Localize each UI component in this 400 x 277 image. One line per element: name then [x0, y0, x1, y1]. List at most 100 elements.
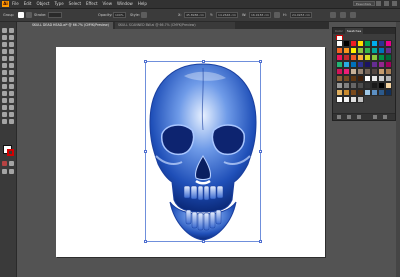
- menu-select[interactable]: Select: [69, 0, 81, 8]
- swatch[interactable]: [343, 54, 350, 61]
- symbol-sprayer-tool-icon[interactable]: [2, 105, 7, 110]
- menu-file[interactable]: File: [12, 0, 19, 8]
- swatch-options-icon[interactable]: [357, 115, 361, 119]
- swatch[interactable]: [371, 40, 378, 47]
- swatch[interactable]: [350, 82, 357, 89]
- swatch[interactable]: [385, 47, 392, 54]
- h-field[interactable]: 24.4953 cm: [290, 12, 312, 18]
- swatch[interactable]: [371, 61, 378, 68]
- swatch[interactable]: [357, 68, 364, 75]
- swatch[interactable]: [357, 40, 364, 47]
- y-field[interactable]: 14.2646 cm: [216, 12, 238, 18]
- eyedropper-tool-icon[interactable]: [2, 98, 7, 103]
- column-graph-tool-icon[interactable]: [9, 105, 14, 110]
- handle-top-right[interactable]: [259, 60, 262, 63]
- draw-mode-icon[interactable]: [2, 169, 7, 174]
- rotate-tool-icon[interactable]: [2, 70, 7, 75]
- swatch[interactable]: [336, 68, 343, 75]
- new-swatch-icon[interactable]: [373, 115, 377, 119]
- swatch[interactable]: [336, 89, 343, 96]
- swatch[interactable]: [371, 75, 378, 82]
- swatch[interactable]: [371, 68, 378, 75]
- workspace-switcher[interactable]: Essentials: [353, 1, 375, 6]
- handle-bottom-left[interactable]: [144, 240, 147, 243]
- swatch[interactable]: [371, 54, 378, 61]
- swatch-kind-icon[interactable]: [347, 115, 351, 119]
- swatch[interactable]: [371, 82, 378, 89]
- swatch[interactable]: [385, 75, 392, 82]
- handle-bottom-middle[interactable]: [202, 240, 205, 243]
- swatch[interactable]: [371, 89, 378, 96]
- close-icon[interactable]: [392, 1, 397, 6]
- swatch[interactable]: [364, 89, 371, 96]
- selection-bounding-box[interactable]: [145, 61, 261, 242]
- lasso-tool-icon[interactable]: [9, 35, 14, 40]
- swatch[interactable]: [336, 47, 343, 54]
- mesh-tool-icon[interactable]: [2, 91, 7, 96]
- screen-mode-icon[interactable]: [9, 169, 14, 174]
- swatch[interactable]: [364, 75, 371, 82]
- swatch[interactable]: [357, 47, 364, 54]
- swatch[interactable]: [336, 54, 343, 61]
- swatch[interactable]: [343, 82, 350, 89]
- swatch[interactable]: [378, 82, 385, 89]
- handle-top-middle[interactable]: [202, 60, 205, 63]
- scale-tool-icon[interactable]: [9, 70, 14, 75]
- stroke-swatch[interactable]: [7, 149, 14, 156]
- swatch[interactable]: [364, 61, 371, 68]
- swatch[interactable]: [343, 75, 350, 82]
- swatch[interactable]: [371, 47, 378, 54]
- stroke-color-icon[interactable]: [26, 12, 32, 18]
- swatch[interactable]: [357, 54, 364, 61]
- handle-middle-left[interactable]: [144, 150, 147, 153]
- swatch[interactable]: [357, 89, 364, 96]
- swatch[interactable]: [350, 47, 357, 54]
- zoom-tool-icon[interactable]: [9, 119, 14, 124]
- menu-edit[interactable]: Edit: [24, 0, 32, 8]
- swatch[interactable]: [364, 47, 371, 54]
- maximize-icon[interactable]: [384, 1, 389, 6]
- color-mode-icon[interactable]: [2, 161, 7, 166]
- swatch[interactable]: [385, 89, 392, 96]
- link-icon[interactable]: [274, 12, 280, 18]
- pencil-tool-icon[interactable]: [9, 56, 14, 61]
- tab-color[interactable]: Color: [333, 28, 345, 34]
- swatch[interactable]: [378, 61, 385, 68]
- pen-tool-icon[interactable]: [2, 42, 7, 47]
- warp-tool-icon[interactable]: [2, 77, 7, 82]
- rectangle-tool-icon[interactable]: [9, 49, 14, 54]
- swatch[interactable]: [343, 89, 350, 96]
- delete-swatch-icon[interactable]: [383, 115, 387, 119]
- swatch[interactable]: [385, 54, 392, 61]
- blend-tool-icon[interactable]: [9, 98, 14, 103]
- shape-builder-tool-icon[interactable]: [2, 84, 7, 89]
- handle-middle-right[interactable]: [259, 150, 262, 153]
- swatch[interactable]: [343, 40, 350, 47]
- swatch[interactable]: [350, 40, 357, 47]
- swatch[interactable]: [385, 68, 392, 75]
- menu-effect[interactable]: Effect: [86, 0, 98, 8]
- free-transform-tool-icon[interactable]: [9, 77, 14, 82]
- tab-skull-scanned[interactable]: SKULL SCANNED BW.ai @ 66.7% (CMYK/Previe…: [115, 22, 235, 29]
- swatch[interactable]: [357, 82, 364, 89]
- handle-top-left[interactable]: [144, 60, 147, 63]
- artboard-tool-icon[interactable]: [2, 112, 7, 117]
- swatch[interactable]: [350, 75, 357, 82]
- menu-help[interactable]: Help: [138, 0, 147, 8]
- hand-tool-icon[interactable]: [2, 119, 7, 124]
- swatch[interactable]: [343, 96, 350, 103]
- selection-tool-icon[interactable]: [2, 28, 7, 33]
- swatch[interactable]: [378, 89, 385, 96]
- tab-skull-dead-head[interactable]: SKULL DEAD HEAD.ai* @ 66.7% (CMYK/Previe…: [29, 22, 113, 29]
- swatch[interactable]: [364, 82, 371, 89]
- graphic-style-icon[interactable]: [141, 12, 147, 18]
- swatch[interactable]: [350, 96, 357, 103]
- swatch[interactable]: [357, 96, 364, 103]
- swatch[interactable]: [350, 54, 357, 61]
- swatch[interactable]: [378, 47, 385, 54]
- menu-view[interactable]: View: [103, 0, 113, 8]
- swatch[interactable]: [343, 68, 350, 75]
- arrange-icon[interactable]: [350, 12, 356, 18]
- menu-window[interactable]: Window: [117, 0, 133, 8]
- swatch[interactable]: [343, 47, 350, 54]
